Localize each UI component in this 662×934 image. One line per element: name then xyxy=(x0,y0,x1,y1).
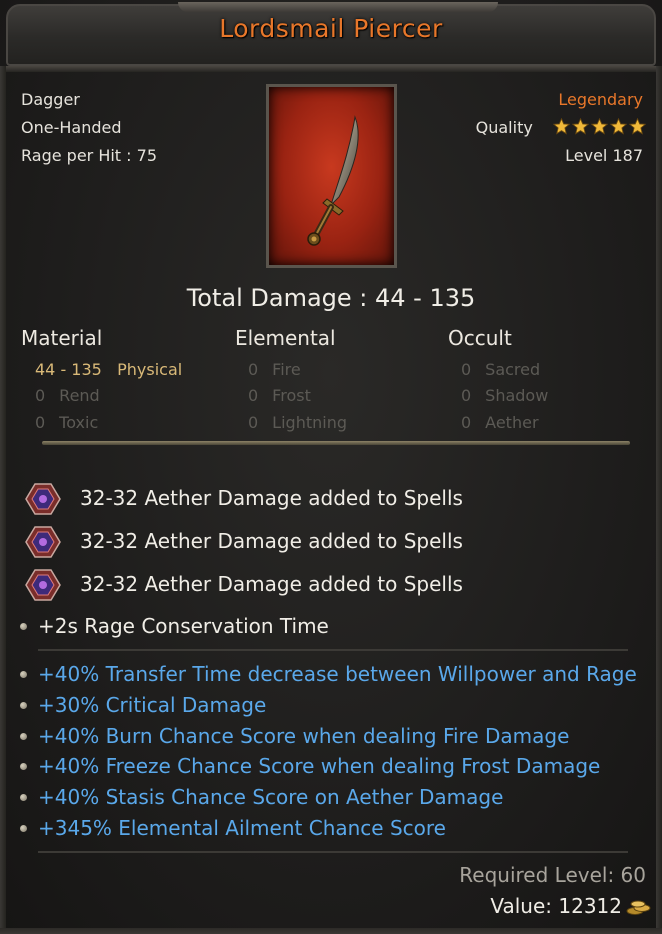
column-header-material: Material xyxy=(21,326,103,350)
damage-value: 0 xyxy=(248,413,259,432)
magic-mod: +345% Elemental Ailment Chance Score xyxy=(38,816,446,840)
section-divider xyxy=(42,441,630,445)
damage-row: 0 Shadow xyxy=(461,386,548,405)
damage-type: Sacred xyxy=(485,360,541,379)
bullet-icon xyxy=(20,825,27,832)
damage-type: Frost xyxy=(272,386,311,405)
damage-row: 0 Rend xyxy=(35,386,100,405)
section-divider xyxy=(38,851,628,853)
damage-value: 0 xyxy=(461,360,472,379)
damage-type: Fire xyxy=(272,360,301,379)
damage-type: Lightning xyxy=(272,413,347,432)
magic-mod: +40% Burn Chance Score when dealing Fire… xyxy=(38,724,570,748)
quality-star-icon xyxy=(553,118,570,135)
magic-mod: +40% Stasis Chance Score on Aether Damag… xyxy=(38,785,504,809)
rarity-label: Legendary xyxy=(558,90,643,109)
damage-row: 44 - 135 Physical xyxy=(35,360,182,379)
column-header-occult: Occult xyxy=(448,326,512,350)
damage-value: 0 xyxy=(248,386,259,405)
curved-dagger-icon xyxy=(307,115,359,246)
damage-value: 0 xyxy=(35,413,46,432)
damage-value: 0 xyxy=(248,360,259,379)
bullet-icon xyxy=(20,794,27,801)
damage-value: 0 xyxy=(461,386,472,405)
socket-mod: 32-32 Aether Damage added to Spells xyxy=(80,486,463,510)
bullet-icon xyxy=(20,763,27,770)
quality-star-icon xyxy=(629,118,646,135)
quality-star-icon xyxy=(610,118,627,135)
bullet-icon xyxy=(20,623,27,630)
damage-value: 0 xyxy=(461,413,472,432)
magic-mod: +40% Transfer Time decrease between Will… xyxy=(38,662,637,686)
column-header-elemental: Elemental xyxy=(235,326,336,350)
item-value: Value: 12312 xyxy=(490,894,622,918)
quality-star-icon xyxy=(572,118,589,135)
socket-mod: 32-32 Aether Damage added to Spells xyxy=(80,572,463,596)
bullet-icon xyxy=(20,671,27,678)
item-name: Lordsmail Piercer xyxy=(219,14,443,43)
magic-mod: +30% Critical Damage xyxy=(38,693,267,717)
bullet-icon xyxy=(20,702,27,709)
aether-gem-icon xyxy=(25,569,61,601)
damage-row: 0 Frost xyxy=(248,386,311,405)
gold-coins-icon xyxy=(626,900,651,915)
section-divider xyxy=(38,649,628,651)
left-border xyxy=(0,66,6,934)
header-divider xyxy=(6,66,656,72)
magic-mod: +40% Freeze Chance Score when dealing Fr… xyxy=(38,754,601,778)
total-damage: Total Damage : 44 - 135 xyxy=(186,284,476,312)
damage-type: Rend xyxy=(59,386,100,405)
damage-row: 0 Aether xyxy=(461,413,539,432)
quality-star-icon xyxy=(591,118,608,135)
damage-row: 0 Sacred xyxy=(461,360,540,379)
damage-value: 44 - 135 xyxy=(35,360,102,379)
item-handedness: One-Handed xyxy=(21,118,122,137)
bullet-icon xyxy=(20,733,27,740)
right-border xyxy=(656,66,662,934)
damage-type: Aether xyxy=(485,413,539,432)
base-mod: +2s Rage Conservation Time xyxy=(38,614,329,638)
damage-type: Toxic xyxy=(59,413,99,432)
aether-gem-icon xyxy=(25,483,61,515)
damage-type: Shadow xyxy=(485,386,549,405)
title-ornament xyxy=(178,2,498,12)
required-level: Required Level: 60 xyxy=(459,863,646,887)
quality-row: Quality xyxy=(476,118,646,137)
damage-value: 0 xyxy=(35,386,46,405)
damage-row: 0 Fire xyxy=(248,360,301,379)
damage-row: 0 Lightning xyxy=(248,413,347,432)
item-type: Dagger xyxy=(21,90,80,109)
damage-type: Physical xyxy=(117,360,183,379)
quality-stars xyxy=(551,118,646,137)
item-level: Level 187 xyxy=(565,146,643,165)
item-tooltip: Lordsmail Piercer Dagger One-Handed Rage… xyxy=(0,0,662,934)
rage-per-hit: Rage per Hit : 75 xyxy=(21,146,157,165)
bottom-border xyxy=(0,928,662,934)
quality-label: Quality xyxy=(475,118,533,137)
aether-gem-icon xyxy=(25,526,61,558)
socket-mod: 32-32 Aether Damage added to Spells xyxy=(80,529,463,553)
item-portrait xyxy=(266,84,397,268)
damage-row: 0 Toxic xyxy=(35,413,98,432)
